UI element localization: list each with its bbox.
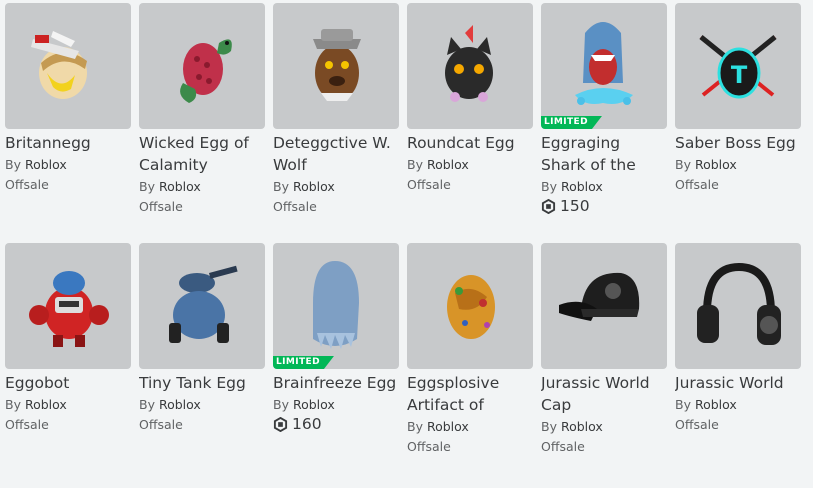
creator-link[interactable]: Roblox	[293, 179, 335, 194]
item-creator: By Roblox	[675, 397, 737, 412]
item-creator: By Roblox	[273, 397, 335, 412]
item-card[interactable]: Jurassic World Cap By Roblox Offsale	[541, 243, 667, 469]
item-creator: By Roblox	[139, 397, 201, 412]
catalog-row: Britannegg By Roblox Offsale Wicked Egg …	[5, 3, 813, 229]
creator-link[interactable]: Roblox	[561, 179, 603, 194]
item-card[interactable]: Deteggctive W. Wolf By Roblox Offsale	[273, 3, 399, 229]
item-creator: By Roblox	[407, 419, 469, 434]
tank-egg-thumbnail[interactable]	[139, 243, 265, 369]
item-price: Offsale	[675, 177, 719, 192]
price-amount: 150	[560, 197, 590, 215]
item-price: Offsale	[407, 177, 451, 192]
item-card[interactable]: Eggsplosive Artifact of By Roblox Offsal…	[407, 243, 533, 469]
item-card[interactable]: Wicked Egg of Calamity By Roblox Offsale	[139, 3, 265, 229]
item-name[interactable]: Wicked Egg of Calamity	[139, 132, 265, 176]
item-price: Offsale	[273, 199, 317, 214]
artifact-egg-thumbnail[interactable]	[407, 243, 533, 369]
jurassic-headphones-thumbnail[interactable]	[675, 243, 801, 369]
item-price: 150	[541, 197, 667, 215]
wolf-egg-thumbnail[interactable]	[273, 3, 399, 129]
creator-link[interactable]: Roblox	[695, 397, 737, 412]
item-card[interactable]: LIMITED Brainfreeze Egg By Roblox 160	[273, 243, 399, 469]
item-name[interactable]: Jurassic World Cap	[541, 372, 667, 416]
creator-link[interactable]: Roblox	[427, 157, 469, 172]
item-card[interactable]: Britannegg By Roblox Offsale	[5, 3, 131, 229]
wicked-egg-thumbnail[interactable]	[139, 3, 265, 129]
item-name[interactable]: Britannegg	[5, 132, 131, 154]
item-creator: By Roblox	[541, 179, 603, 194]
creator-link[interactable]: Roblox	[427, 419, 469, 434]
robux-icon	[273, 416, 288, 432]
creator-link[interactable]: Roblox	[695, 157, 737, 172]
catalog-grid: Britannegg By Roblox Offsale Wicked Egg …	[5, 3, 813, 483]
creator-link[interactable]: Roblox	[159, 397, 201, 412]
roundcat-egg-thumbnail[interactable]	[407, 3, 533, 129]
svg-text:T: T	[731, 61, 748, 89]
saber-egg-thumbnail[interactable]: T	[675, 3, 801, 129]
item-price: 160	[273, 415, 399, 433]
creator-link[interactable]: Roblox	[25, 397, 67, 412]
britannegg-thumbnail[interactable]	[5, 3, 131, 129]
jurassic-cap-thumbnail[interactable]	[541, 243, 667, 369]
item-name[interactable]: Jurassic World	[675, 372, 801, 394]
brainfreeze-egg-thumbnail[interactable]: LIMITED	[273, 243, 399, 369]
item-creator: By Roblox	[541, 419, 603, 434]
item-card[interactable]: Tiny Tank Egg By Roblox Offsale	[139, 243, 265, 469]
item-card[interactable]: Jurassic World By Roblox Offsale	[675, 243, 801, 469]
item-creator: By Roblox	[407, 157, 469, 172]
item-creator: By Roblox	[139, 179, 201, 194]
limited-badge: LIMITED	[541, 116, 602, 129]
eggobot-thumbnail[interactable]	[5, 243, 131, 369]
item-creator: By Roblox	[5, 157, 67, 172]
item-card[interactable]: LIMITED Eggraging Shark of the By Roblox…	[541, 3, 667, 229]
shark-egg-thumbnail[interactable]: LIMITED	[541, 3, 667, 129]
item-name[interactable]: Eggobot	[5, 372, 131, 394]
item-name[interactable]: Brainfreeze Egg	[273, 372, 399, 394]
item-price: Offsale	[139, 417, 183, 432]
item-card[interactable]: Roundcat Egg By Roblox Offsale	[407, 3, 533, 229]
item-card[interactable]: Eggobot By Roblox Offsale	[5, 243, 131, 469]
creator-link[interactable]: Roblox	[293, 397, 335, 412]
item-creator: By Roblox	[675, 157, 737, 172]
item-name[interactable]: Saber Boss Egg	[675, 132, 801, 154]
item-creator: By Roblox	[5, 397, 67, 412]
item-name[interactable]: Deteggctive W. Wolf	[273, 132, 399, 176]
creator-link[interactable]: Roblox	[159, 179, 201, 194]
item-name[interactable]: Tiny Tank Egg	[139, 372, 265, 394]
item-price: Offsale	[541, 439, 585, 454]
creator-link[interactable]: Roblox	[561, 419, 603, 434]
item-creator: By Roblox	[273, 179, 335, 194]
item-price: Offsale	[5, 177, 49, 192]
item-price: Offsale	[407, 439, 451, 454]
creator-link[interactable]: Roblox	[25, 157, 67, 172]
item-price: Offsale	[5, 417, 49, 432]
item-card[interactable]: T Saber Boss Egg By Roblox Offsale	[675, 3, 801, 229]
robux-icon	[541, 198, 556, 214]
item-name[interactable]: Roundcat Egg	[407, 132, 533, 154]
item-price: Offsale	[139, 199, 183, 214]
item-name[interactable]: Eggsplosive Artifact of	[407, 372, 533, 416]
price-amount: 160	[292, 415, 322, 433]
item-name[interactable]: Eggraging Shark of the	[541, 132, 667, 176]
limited-badge: LIMITED	[273, 356, 334, 369]
item-price: Offsale	[675, 417, 719, 432]
catalog-row: Eggobot By Roblox Offsale Tiny Tank Egg …	[5, 243, 813, 469]
